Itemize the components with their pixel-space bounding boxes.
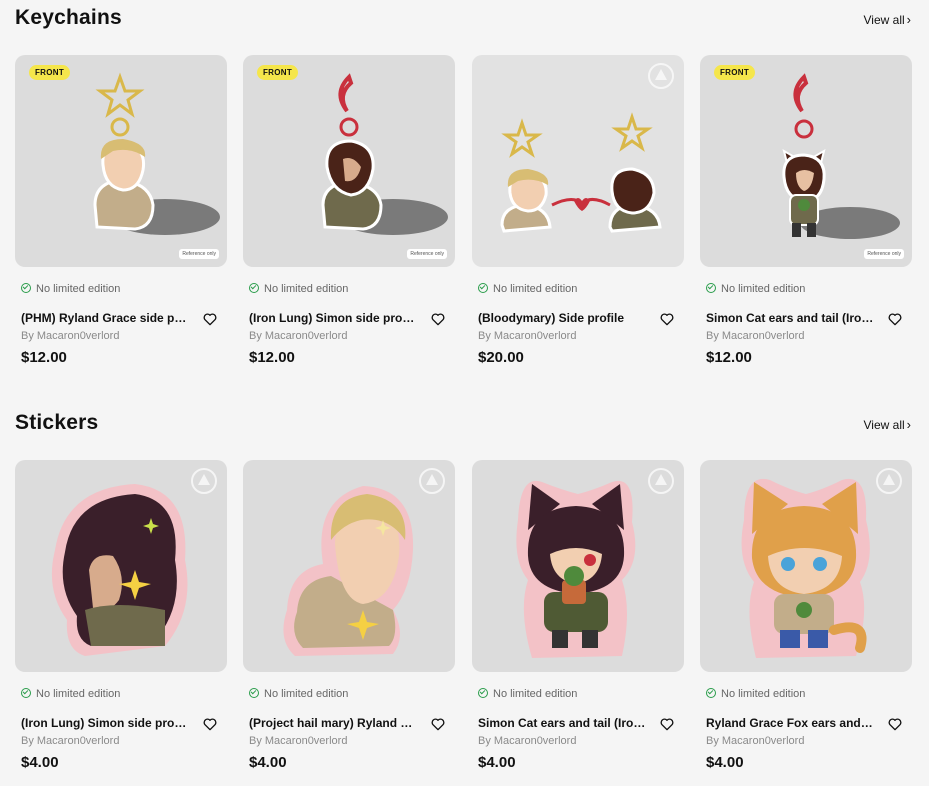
- product-image[interactable]: [243, 460, 455, 672]
- heart-icon[interactable]: [887, 716, 903, 732]
- product-image[interactable]: [472, 460, 684, 672]
- limited-edition-label: No limited edition: [36, 688, 121, 700]
- view-all-label: View all: [863, 13, 905, 27]
- product-name[interactable]: (Bloodymary) Side profile: [478, 311, 646, 325]
- product-image[interactable]: FRONT Reference only: [243, 55, 455, 267]
- section-header: Keychains View all ›: [15, 6, 911, 36]
- front-badge: FRONT: [29, 65, 71, 80]
- limited-edition-status: No limited edition: [478, 283, 577, 295]
- keychain-illustration: [500, 112, 662, 233]
- watermark-logo-icon: [419, 468, 445, 494]
- heart-icon[interactable]: [202, 716, 218, 732]
- limited-edition-label: No limited edition: [721, 688, 806, 700]
- watermark-logo-icon: [648, 468, 674, 494]
- keychain-illustration: [93, 72, 220, 235]
- seller-name[interactable]: By Macaron0verlord: [249, 735, 347, 747]
- watermark-logo-icon: [191, 468, 217, 494]
- product-price: $4.00: [706, 754, 744, 771]
- check-circle-icon: [478, 283, 488, 293]
- product-image[interactable]: FRONT Reference only: [15, 55, 227, 267]
- view-all-link[interactable]: View all ›: [864, 12, 911, 27]
- product-price: $12.00: [249, 349, 295, 366]
- seller-name[interactable]: By Macaron0verlord: [249, 330, 347, 342]
- reference-only-tag: Reference only: [407, 249, 447, 259]
- product-image[interactable]: [15, 460, 227, 672]
- sticker-illustration: [51, 484, 188, 656]
- check-circle-icon: [21, 283, 31, 293]
- watermark-logo-icon: [876, 468, 902, 494]
- sticker-illustration: [283, 486, 414, 656]
- product-price: $4.00: [478, 754, 516, 771]
- seller-name[interactable]: By Macaron0verlord: [478, 735, 576, 747]
- front-badge: FRONT: [714, 65, 756, 80]
- seller-name[interactable]: By Macaron0verlord: [706, 735, 804, 747]
- limited-edition-status: No limited edition: [478, 688, 577, 700]
- keychain-illustration: [321, 73, 448, 235]
- keychain-illustration: [782, 73, 900, 239]
- product-name[interactable]: Simon Cat ears and tail (Iron Lung): [706, 311, 874, 325]
- reference-only-tag: Reference only: [864, 249, 904, 259]
- product-image[interactable]: [700, 460, 912, 672]
- check-circle-icon: [249, 688, 259, 698]
- product-name[interactable]: Ryland Grace Fox ears and tail: [706, 716, 874, 730]
- limited-edition-status: No limited edition: [706, 688, 805, 700]
- product-name[interactable]: (PHM) Ryland Grace side profile: [21, 311, 189, 325]
- view-all-link[interactable]: View all ›: [864, 417, 911, 432]
- seller-name[interactable]: By Macaron0verlord: [21, 735, 119, 747]
- limited-edition-label: No limited edition: [36, 283, 121, 295]
- product-price: $12.00: [21, 349, 67, 366]
- section-title: Keychains: [15, 6, 122, 29]
- limited-edition-status: No limited edition: [21, 688, 120, 700]
- front-badge: FRONT: [257, 65, 299, 80]
- heart-icon[interactable]: [430, 716, 446, 732]
- limited-edition-status: No limited edition: [249, 688, 348, 700]
- limited-edition-label: No limited edition: [264, 283, 349, 295]
- product-name[interactable]: (Iron Lung) Simon side profile: [249, 311, 417, 325]
- limited-edition-label: No limited edition: [493, 283, 578, 295]
- product-price: $12.00: [706, 349, 752, 366]
- sticker-illustration: [516, 480, 636, 658]
- seller-name[interactable]: By Macaron0verlord: [21, 330, 119, 342]
- seller-name[interactable]: By Macaron0verlord: [706, 330, 804, 342]
- heart-icon[interactable]: [659, 311, 675, 327]
- limited-edition-label: No limited edition: [264, 688, 349, 700]
- heart-icon[interactable]: [659, 716, 675, 732]
- product-name[interactable]: (Iron Lung) Simon side profile: [21, 716, 189, 730]
- product-name[interactable]: Simon Cat ears and tail (Iron Lung): [478, 716, 646, 730]
- limited-edition-status: No limited edition: [249, 283, 348, 295]
- heart-icon[interactable]: [887, 311, 903, 327]
- section-title: Stickers: [15, 411, 99, 434]
- chevron-right-icon: ›: [906, 12, 911, 27]
- view-all-label: View all: [863, 418, 905, 432]
- product-price: $4.00: [249, 754, 287, 771]
- check-circle-icon: [249, 283, 259, 293]
- reference-only-tag: Reference only: [179, 249, 219, 259]
- product-name[interactable]: (Project hail mary) Ryland Grace: [249, 716, 417, 730]
- check-circle-icon: [706, 283, 716, 293]
- limited-edition-label: No limited edition: [493, 688, 578, 700]
- limited-edition-status: No limited edition: [21, 283, 120, 295]
- watermark-logo-icon: [648, 63, 674, 89]
- product-image[interactable]: FRONT Reference only: [700, 55, 912, 267]
- limited-edition-label: No limited edition: [721, 283, 806, 295]
- check-circle-icon: [706, 688, 716, 698]
- heart-icon[interactable]: [202, 311, 218, 327]
- section-header: Stickers View all ›: [15, 411, 911, 441]
- heart-icon[interactable]: [430, 311, 446, 327]
- seller-name[interactable]: By Macaron0verlord: [478, 330, 576, 342]
- limited-edition-status: No limited edition: [706, 283, 805, 295]
- check-circle-icon: [21, 688, 31, 698]
- chevron-right-icon: ›: [906, 417, 911, 432]
- product-price: $20.00: [478, 349, 524, 366]
- sticker-illustration: [741, 478, 870, 658]
- product-price: $4.00: [21, 754, 59, 771]
- product-image[interactable]: [472, 55, 684, 267]
- check-circle-icon: [478, 688, 488, 698]
